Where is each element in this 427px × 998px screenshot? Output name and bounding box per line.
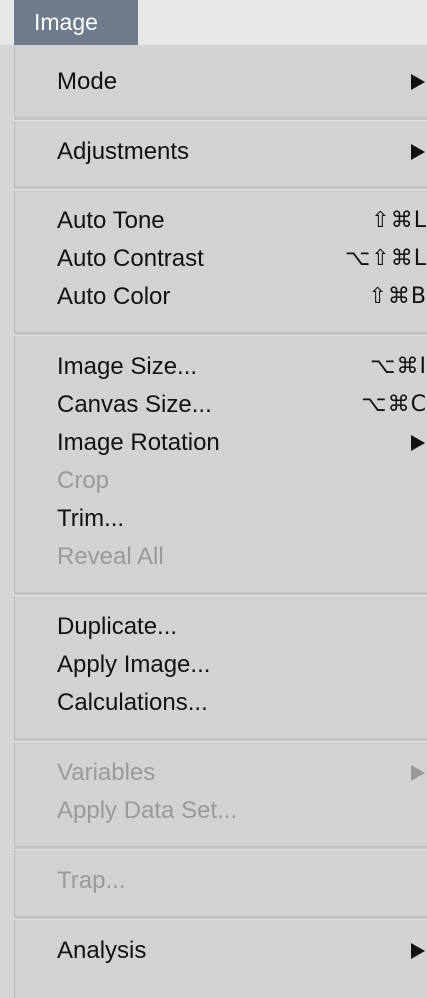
keyboard-shortcut: ⌥⇧⌘L <box>344 246 427 271</box>
submenu-arrow-icon <box>411 765 425 781</box>
menu-item-label: Adjustments <box>57 138 190 165</box>
menu-item-canvas-size[interactable]: Canvas Size... ⌥⌘C <box>14 386 427 424</box>
menu-item-label: Variables <box>57 759 156 786</box>
image-dropdown-menu: Mode Adjustments Auto Tone ⇧⌘L Auto Cont… <box>14 45 427 998</box>
menu-item-auto-tone[interactable]: Auto Tone ⇧⌘L <box>14 202 427 240</box>
menu-item-image-size[interactable]: Image Size... ⌥⌘I <box>14 348 427 386</box>
menu-separator <box>14 592 427 595</box>
menu-item-label: Auto Tone <box>57 207 165 234</box>
menu-item-label: Analysis <box>57 937 147 964</box>
menu-item-crop: Crop <box>14 462 427 500</box>
menu-item-label: Apply Data Set... <box>57 797 238 824</box>
menu-item-trap: Trap... <box>14 862 427 900</box>
menu-item-auto-contrast[interactable]: Auto Contrast ⌥⇧⌘L <box>14 240 427 278</box>
menu-item-apply-image[interactable]: Apply Image... <box>14 646 427 684</box>
menu-item-adjustments[interactable]: Adjustments <box>14 133 427 171</box>
menu-separator <box>14 846 427 849</box>
menu-item-label: Reveal All <box>57 543 164 570</box>
menu-item-reveal-all: Reveal All <box>14 538 427 576</box>
menu-item-label: Image Size... <box>57 353 198 380</box>
menu-item-variables: Variables <box>14 754 427 792</box>
menu-item-trim[interactable]: Trim... <box>14 500 427 538</box>
submenu-arrow-icon <box>411 435 425 451</box>
menu-item-auto-color[interactable]: Auto Color ⇧⌘B <box>14 278 427 316</box>
menu-item-label: Image Rotation <box>57 429 220 456</box>
submenu-arrow-icon <box>411 144 425 160</box>
menu-item-analysis[interactable]: Analysis <box>14 932 427 970</box>
menu-bar-item-image[interactable]: Image <box>14 0 138 45</box>
menu-item-label: Crop <box>57 467 110 494</box>
menu-item-calculations[interactable]: Calculations... <box>14 684 427 722</box>
screen: Image Mode Adjustments Auto Tone ⇧⌘L Aut… <box>0 0 427 998</box>
menu-separator <box>14 332 427 335</box>
menu-item-apply-data-set: Apply Data Set... <box>14 792 427 830</box>
keyboard-shortcut: ⇧⌘L <box>371 208 427 233</box>
menu-item-duplicate[interactable]: Duplicate... <box>14 608 427 646</box>
menu-separator <box>14 916 427 919</box>
keyboard-shortcut: ⌥⌘I <box>370 354 427 379</box>
menu-separator <box>14 186 427 189</box>
menu-item-label: Canvas Size... <box>57 391 212 418</box>
menu-item-label: Auto Contrast <box>57 245 204 272</box>
menu-item-image-rotation[interactable]: Image Rotation <box>14 424 427 462</box>
menu-item-label: Duplicate... <box>57 613 178 640</box>
keyboard-shortcut: ⌥⌘C <box>361 392 427 417</box>
menu-item-label: Apply Image... <box>57 651 211 678</box>
submenu-arrow-icon <box>411 74 425 90</box>
menu-bar: Image <box>0 0 427 45</box>
menu-item-label: Trap... <box>57 867 126 894</box>
submenu-arrow-icon <box>411 943 425 959</box>
menu-item-label: Mode <box>57 68 118 95</box>
keyboard-shortcut: ⇧⌘B <box>368 284 427 309</box>
menu-separator <box>14 117 427 120</box>
menu-item-label: Auto Color <box>57 283 171 310</box>
menu-separator <box>14 738 427 741</box>
menu-item-mode[interactable]: Mode <box>14 63 427 101</box>
menu-item-label: Calculations... <box>57 689 208 716</box>
menu-item-label: Trim... <box>57 505 125 532</box>
